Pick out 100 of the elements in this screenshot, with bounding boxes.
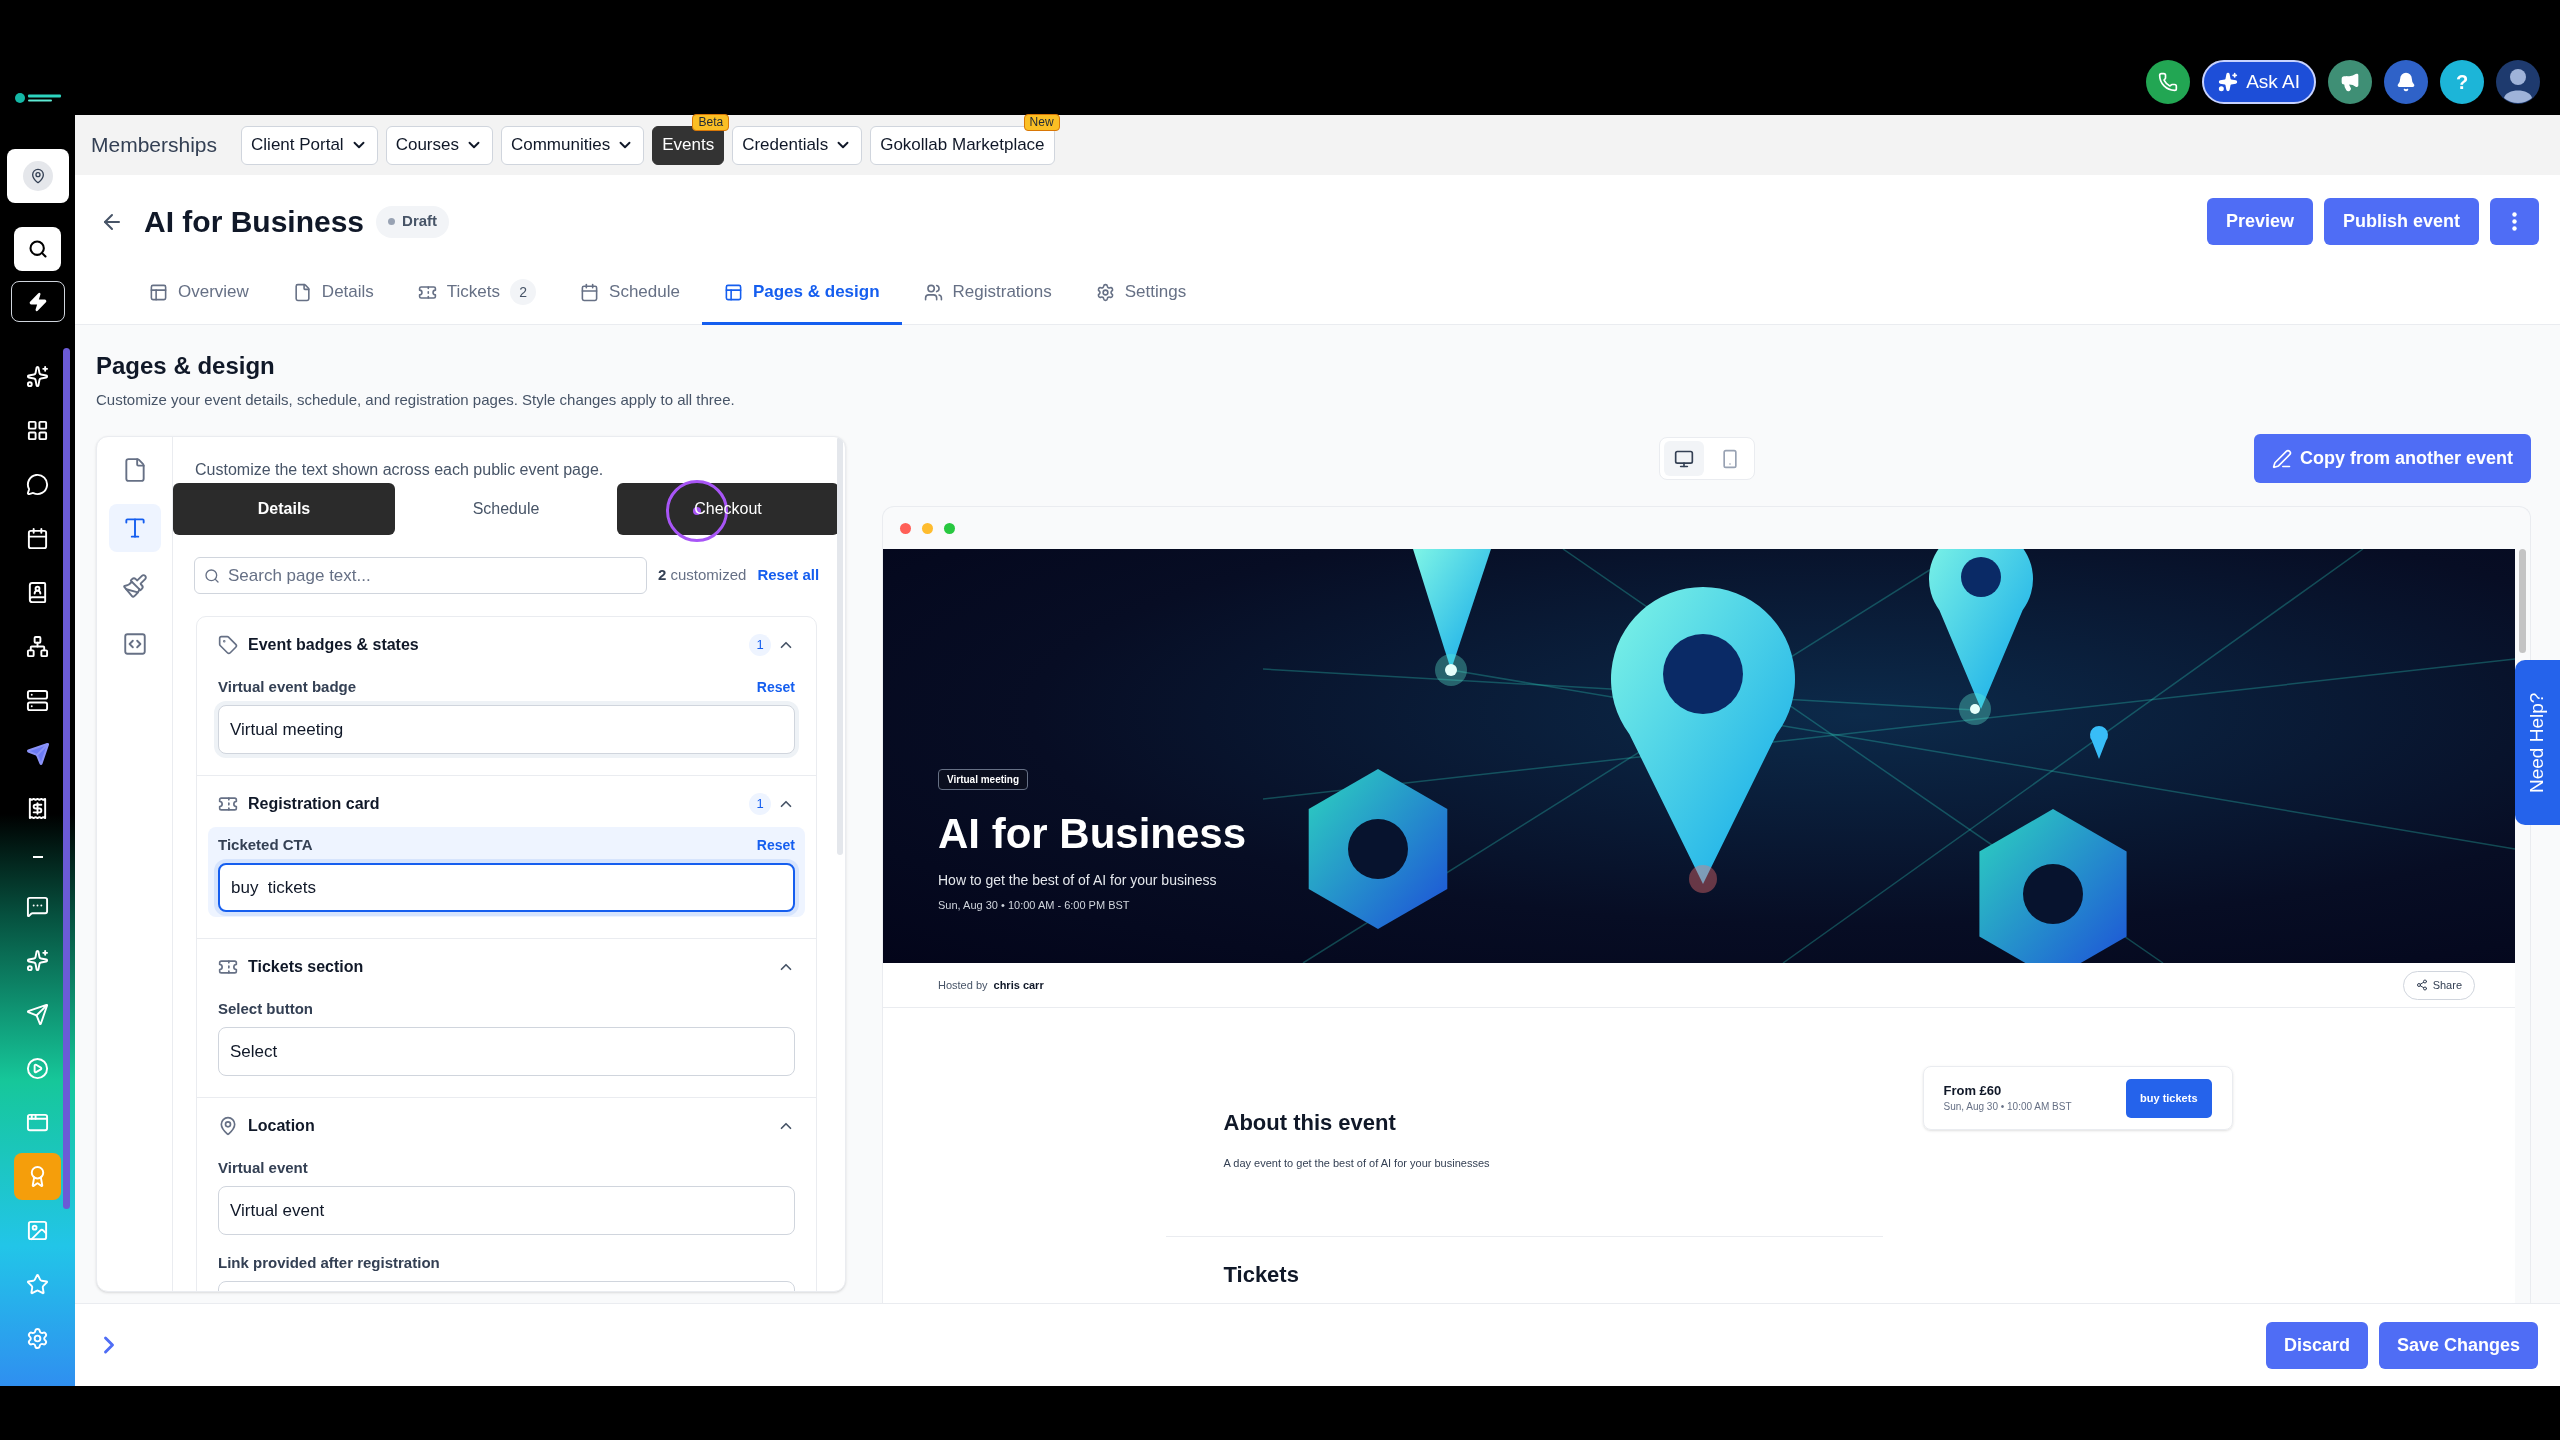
customized-count: 2 customized — [658, 565, 747, 586]
text-input[interactable]: Virtual meeting — [218, 705, 795, 754]
field-label: Link provided after registration — [218, 1252, 440, 1273]
page-description: Customize your event details, schedule, and registration pages. Style changes apply to all three. — [96, 390, 736, 410]
logo-icon — [14, 92, 62, 104]
brush-icon[interactable] — [121, 573, 148, 599]
nav-tab[interactable]: Gokollab Marketplace — [870, 125, 1055, 165]
search-button[interactable] — [14, 227, 61, 271]
field-label: Ticketed CTA — [218, 834, 313, 855]
sparkles-icon[interactable] — [25, 948, 50, 972]
section-title: Memberships — [91, 132, 218, 159]
section-title: Registration card — [248, 794, 380, 814]
more-vertical-icon — [2512, 212, 2517, 231]
text-input[interactable]: Virtual event — [218, 1186, 795, 1235]
field-label: Virtual event — [218, 1157, 308, 1178]
nav-tab[interactable]: Communities — [500, 125, 645, 165]
search-icon — [204, 567, 220, 584]
map-pin-icon — [218, 1116, 238, 1136]
reset-all-link[interactable]: Reset all — [757, 564, 820, 587]
count-badge: 1 — [749, 793, 771, 815]
status-text: Draft — [402, 211, 438, 232]
document-icon — [292, 282, 312, 302]
phone-icon[interactable] — [2146, 60, 2191, 104]
layout-icon — [149, 282, 168, 302]
code-icon[interactable] — [121, 631, 148, 657]
layout-icon — [723, 282, 743, 302]
ticket-icon — [218, 794, 238, 814]
lightning-button[interactable] — [10, 281, 65, 322]
publish-button[interactable]: Publish event — [2323, 198, 2479, 245]
settings-icon — [1095, 282, 1115, 302]
buy-tickets-button[interactable]: buy tickets — [2126, 1078, 2212, 1118]
section-title: Tickets section — [248, 957, 364, 977]
page-tab[interactable]: Settings — [1073, 262, 1209, 325]
copy-event-button[interactable]: Copy from another event — [2253, 434, 2531, 483]
account-button[interactable] — [6, 149, 69, 203]
field-label: Virtual event badge — [218, 676, 357, 697]
search-field[interactable]: Search page text... — [194, 557, 647, 594]
avatar-icon[interactable] — [2496, 60, 2540, 104]
scrollbar-thumb[interactable] — [2519, 549, 2526, 653]
sparkles-icon[interactable] — [25, 364, 50, 388]
page-tab[interactable]: Registrations — [901, 262, 1074, 325]
nav-tab[interactable]: Credentials — [732, 125, 863, 165]
section-title: Location — [248, 1116, 315, 1136]
segment-tab[interactable]: Details — [173, 483, 395, 535]
page-tab[interactable]: Tickets 2 — [395, 262, 559, 325]
nav-tab[interactable]: Courses — [385, 125, 493, 165]
network-icon[interactable] — [25, 634, 50, 658]
ticket-price: From £60 — [1943, 1082, 2003, 1100]
star-icon[interactable] — [25, 1272, 50, 1296]
grid-icon[interactable] — [25, 418, 50, 442]
text-input[interactable]: Select — [218, 1027, 795, 1076]
search-icon — [27, 239, 48, 259]
host-label: Hosted by — [938, 977, 988, 993]
chat-icon[interactable] — [25, 472, 50, 496]
host-name: chris carr — [993, 977, 1044, 993]
scrollbar-thumb[interactable] — [837, 437, 843, 855]
text-input[interactable]: buy tickets — [218, 863, 795, 912]
server-icon[interactable] — [25, 688, 50, 712]
nav-tab[interactable]: Client Portal — [241, 125, 378, 165]
sparkles-icon — [2218, 72, 2239, 92]
lightning-icon — [27, 291, 48, 312]
discard-button[interactable]: Discard — [2265, 1321, 2368, 1369]
paper-plane-icon[interactable] — [25, 742, 50, 766]
ticket-datetime: Sun, Aug 30 • 10:00 AM BST — [1943, 1100, 2072, 1114]
hero-title: AI for Business — [938, 809, 1247, 859]
preview-button[interactable]: Preview — [2206, 198, 2313, 245]
desktop-icon[interactable] — [1663, 441, 1704, 476]
send-icon[interactable] — [25, 1002, 50, 1026]
ask-ai-button[interactable]: Ask AI — [2202, 60, 2316, 104]
window-control-icon — [944, 522, 955, 534]
bell-icon[interactable] — [2384, 60, 2428, 104]
reset-link[interactable]: Reset — [756, 834, 795, 856]
settings-icon[interactable] — [25, 1326, 50, 1350]
save-button[interactable]: Save Changes — [2378, 1321, 2538, 1369]
message-icon[interactable] — [25, 894, 50, 918]
tickets-heading: Tickets — [1223, 1261, 1300, 1289]
window-control-icon — [900, 522, 911, 534]
calendar-icon[interactable] — [25, 526, 50, 550]
page-heading: Pages & design — [96, 351, 276, 381]
segment-tab[interactable]: Schedule — [395, 483, 617, 535]
reset-link[interactable]: Reset — [756, 676, 795, 698]
megaphone-icon[interactable] — [2328, 60, 2372, 104]
window-control-icon — [922, 522, 933, 534]
play-circle-icon[interactable] — [25, 1056, 50, 1080]
about-heading: About this event — [1223, 1109, 1397, 1137]
count-badge: 2 — [510, 279, 537, 305]
count-badge: 1 — [749, 634, 771, 656]
nav-tab[interactable]: Events — [652, 125, 725, 165]
more-button[interactable] — [2490, 198, 2539, 245]
scrollbar-thumb[interactable] — [63, 348, 70, 1209]
field-label: Select button — [218, 998, 313, 1019]
text-icon[interactable] — [108, 504, 161, 552]
page-tab[interactable]: Schedule — [558, 262, 702, 325]
pen-icon — [2271, 448, 2292, 469]
page-tab[interactable]: Overview — [127, 262, 271, 325]
users-icon — [923, 282, 943, 302]
ticket-icon — [218, 957, 238, 977]
need-help-button[interactable]: Need Help? — [2515, 660, 2560, 825]
page-tab[interactable]: Details — [270, 262, 396, 325]
editor-intro: Customize the text shown across each public event page. — [194, 460, 605, 480]
